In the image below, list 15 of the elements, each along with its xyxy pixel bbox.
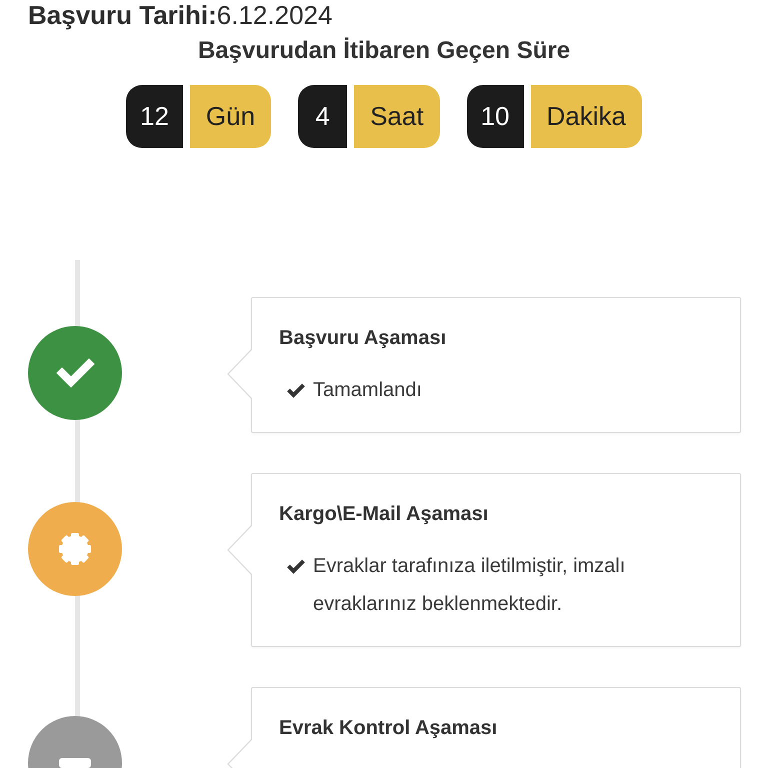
check-icon [286, 382, 306, 398]
step-note: Evraklar tarafınıza iletilmiştir, imzalı evraklarınız beklenmektedir. [313, 554, 626, 617]
counter-value: 10 [466, 85, 524, 148]
counter-unit: Saat [354, 85, 440, 148]
counter-value: 12 [126, 85, 183, 148]
step-title: Evrak Kontrol Aşaması [279, 716, 498, 741]
counter-value: 4 [298, 85, 348, 148]
application-date: Başvuru Tarihi:6.12.2024 [27, 0, 334, 30]
counter-unit: Dakika [530, 85, 642, 148]
elapsed-time-title: Başvurudan İtibaren Geçen Süre [196, 36, 572, 66]
step-note: Tamamlandı [313, 378, 423, 403]
check-icon [286, 558, 306, 574]
step-title: Başvuru Aşaması [279, 326, 448, 351]
step-title: Kargo\E-Mail Aşaması [279, 502, 490, 527]
counter-unit: Gün [190, 85, 272, 148]
